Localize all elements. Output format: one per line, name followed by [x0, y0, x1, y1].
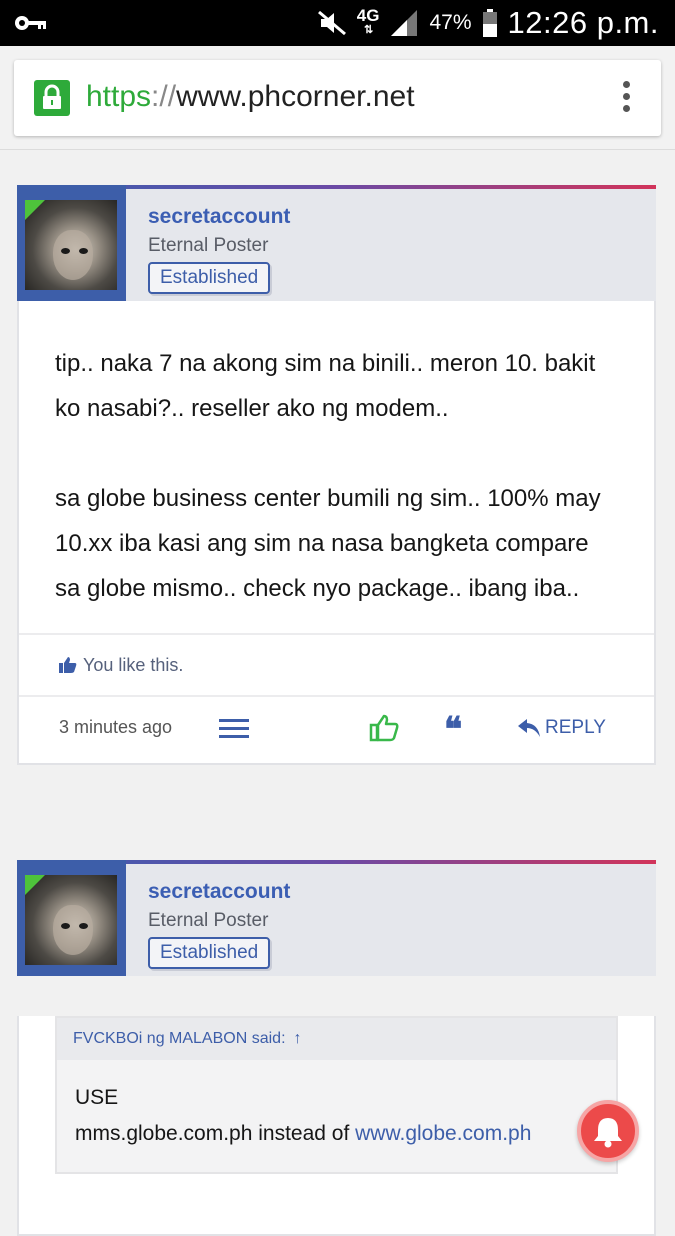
- user-title: Eternal Poster: [148, 235, 269, 256]
- status-bar: 4G ⇅ 47% 12:26 p.m.: [0, 0, 675, 46]
- quote-content: USE mms.globe.com.ph instead of www.glob…: [57, 1060, 616, 1172]
- signal-icon: [391, 10, 418, 36]
- battery-percent: 47%: [429, 11, 472, 34]
- post-body: FVCKBOi ng MALABON said: ↑ USE mms.globe…: [17, 1016, 656, 1236]
- message-paragraph: sa globe business center bumili ng sim..…: [55, 485, 601, 602]
- post: secretaccount Eternal Poster Established…: [17, 185, 656, 765]
- reply-arrow-icon: [518, 719, 540, 737]
- online-indicator: [25, 875, 45, 895]
- avatar[interactable]: [25, 875, 117, 965]
- clock: 12:26 p.m.: [507, 5, 659, 40]
- post-footer: 3 minutes ago ❝ REPLY: [19, 695, 654, 763]
- quote-author: FVCKBOi ng MALABON said:: [73, 1030, 286, 1047]
- avatar[interactable]: [25, 200, 117, 290]
- reply-label: REPLY: [545, 717, 606, 738]
- post-header: secretaccount Eternal Poster Established: [17, 860, 656, 976]
- reply-button[interactable]: REPLY: [517, 717, 606, 739]
- key-icon: [15, 16, 46, 30]
- url-text[interactable]: https://www.phcorner.net: [86, 80, 415, 114]
- post-body: tip.. naka 7 na akong sim na binili.. me…: [17, 301, 656, 765]
- online-indicator: [25, 200, 45, 220]
- quote-line: mms.globe.com.ph instead of: [75, 1122, 356, 1145]
- post: secretaccount Eternal Poster Established…: [17, 860, 656, 1236]
- message-paragraph: tip.. naka 7 na akong sim na binili.. me…: [55, 350, 596, 422]
- avatar-column: [17, 185, 126, 301]
- likes-text: You like this.: [83, 654, 184, 675]
- quote-block: FVCKBOi ng MALABON said: ↑ USE mms.globe…: [55, 1016, 618, 1174]
- username-link[interactable]: secretaccount: [148, 880, 290, 904]
- network-type: 4G ⇅: [356, 6, 380, 36]
- post-menu-icon[interactable]: [219, 719, 249, 743]
- mute-icon: [317, 10, 346, 36]
- likes-summary[interactable]: You like this.: [19, 633, 654, 695]
- quote-jump-arrow-icon[interactable]: ↑: [294, 1030, 302, 1048]
- secure-lock-icon[interactable]: [34, 80, 70, 116]
- avatar-column: [17, 860, 126, 976]
- quote-header[interactable]: FVCKBOi ng MALABON said: ↑: [57, 1018, 616, 1060]
- bell-icon: [594, 1118, 622, 1148]
- address-bar[interactable]: https://www.phcorner.net: [14, 60, 661, 136]
- user-title: Eternal Poster: [148, 910, 269, 931]
- user-badge: Established: [148, 937, 271, 969]
- post-message: tip.. naka 7 na akong sim na binili.. me…: [19, 301, 654, 633]
- quote-line: USE: [75, 1086, 119, 1109]
- quote-button-icon[interactable]: ❝: [444, 713, 462, 747]
- thumbs-up-small-icon: [59, 657, 77, 673]
- browser-toolbar: https://www.phcorner.net: [0, 46, 675, 150]
- post-header: secretaccount Eternal Poster Established: [17, 185, 656, 301]
- overflow-menu-icon[interactable]: [623, 81, 631, 115]
- post-time[interactable]: 3 minutes ago: [59, 717, 172, 738]
- quote-link[interactable]: www.globe.com.ph: [355, 1122, 531, 1145]
- user-badge: Established: [148, 262, 271, 294]
- battery-icon: [482, 9, 497, 37]
- username-link[interactable]: secretaccount: [148, 205, 290, 229]
- like-button-icon[interactable]: [369, 713, 399, 743]
- notification-bell-button[interactable]: [577, 1100, 639, 1162]
